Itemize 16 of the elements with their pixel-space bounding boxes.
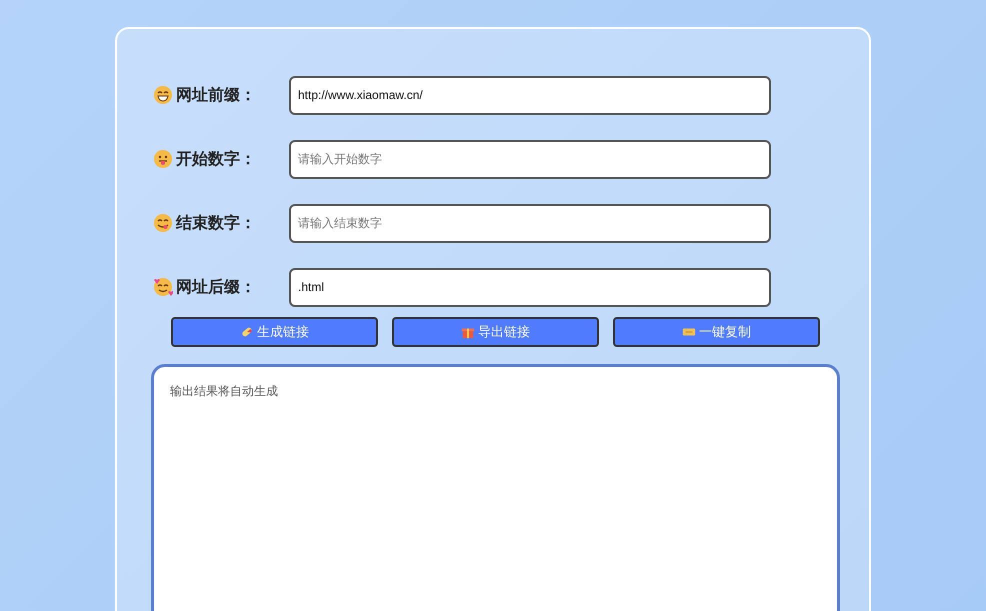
tongue-face-icon (153, 149, 173, 169)
input-field[interactable]: .html (289, 268, 771, 306)
input-field[interactable]: 请输入开始数字 (289, 140, 771, 178)
field-label: 结束数字： (176, 212, 256, 234)
field-label: 开始数字： (176, 148, 256, 170)
field-label: 网址前缀： (176, 84, 256, 106)
action-button[interactable]: 一键复制 (613, 317, 820, 347)
input-field[interactable]: 请输入结束数字 (289, 204, 771, 242)
input-field[interactable]: http://www.xiaomaw.cn/ (289, 76, 771, 114)
smiling-tongue-face-icon (153, 213, 173, 233)
output-box[interactable]: 输出结果将自动生成 (151, 364, 840, 611)
field-label: 网址后缀： (176, 276, 256, 298)
grinning-face-icon (153, 85, 173, 105)
hearts-face-icon (153, 277, 173, 297)
action-button[interactable]: 生成链接 (171, 317, 378, 347)
action-button[interactable]: 导出链接 (392, 317, 599, 347)
